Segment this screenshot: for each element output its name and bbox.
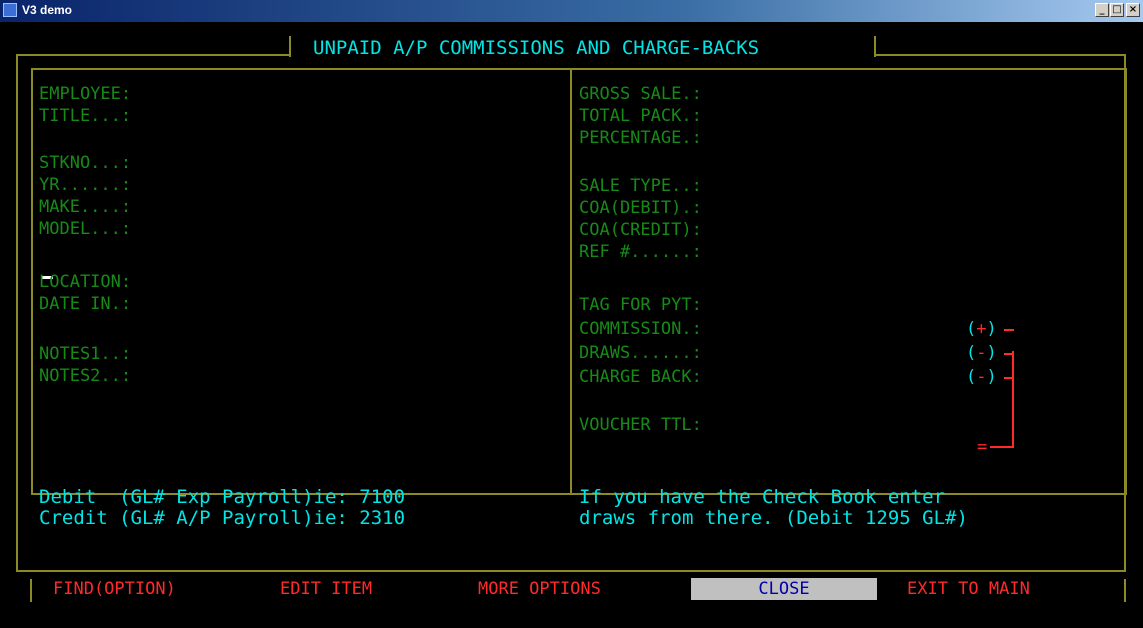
ref-number-label[interactable]: REF #......: xyxy=(579,241,702,263)
commission-sign: (+) xyxy=(966,319,997,339)
sale-type-label[interactable]: SALE TYPE..: xyxy=(579,175,702,197)
bracket-tab-commission xyxy=(1004,329,1014,331)
location-label[interactable]: LOCATION: xyxy=(39,271,131,293)
commission-label[interactable]: COMMISSION.: xyxy=(579,318,702,340)
date-in-label[interactable]: DATE IN.: xyxy=(39,293,131,315)
draws-label[interactable]: DRAWS......: xyxy=(579,342,702,364)
window-title: V3 demo xyxy=(22,3,73,17)
stkno-label[interactable]: STKNO...: xyxy=(39,152,131,174)
menu-divider-left xyxy=(30,579,32,602)
terminal-console[interactable]: UNPAID A/P COMMISSIONS AND CHARGE-BACKS … xyxy=(0,22,1143,628)
tag-for-pyt-label[interactable]: TAG FOR PYT: xyxy=(579,294,702,316)
yr-label[interactable]: YR......: xyxy=(39,174,131,196)
charge-back-sign: (-) xyxy=(966,367,997,387)
app-icon xyxy=(3,3,17,17)
sum-bracket xyxy=(1012,351,1014,447)
screen-title-box: UNPAID A/P COMMISSIONS AND CHARGE-BACKS xyxy=(289,33,876,63)
minimize-button[interactable]: _ xyxy=(1095,3,1109,17)
window-titlebar[interactable]: V3 demo _ □ × xyxy=(0,0,1143,22)
credit-gl-info: Credit (GL# A/P Payroll)ie: 2310 xyxy=(39,507,406,529)
more-options-menu-item[interactable]: MORE OPTIONS xyxy=(478,578,601,600)
draws-sign: (-) xyxy=(966,343,997,363)
percentage-label[interactable]: PERCENTAGE.: xyxy=(579,127,702,149)
coa-debit-label[interactable]: COA(DEBIT).: xyxy=(579,197,702,219)
voucher-total-sign: = xyxy=(977,437,988,457)
notes1-label[interactable]: NOTES1..: xyxy=(39,343,131,365)
title-label[interactable]: TITLE...: xyxy=(39,105,131,127)
total-pack-label[interactable]: TOTAL PACK.: xyxy=(579,105,702,127)
maximize-button[interactable]: □ xyxy=(1110,3,1124,17)
title-divider-right xyxy=(874,36,876,57)
notes2-label[interactable]: NOTES2..: xyxy=(39,365,131,387)
find-option-menu-item[interactable]: FIND(OPTION) xyxy=(53,578,176,600)
menu-divider-right xyxy=(1124,579,1126,602)
voucher-total-label[interactable]: VOUCHER TTL: xyxy=(579,414,702,436)
check-book-note-line2: draws from there. (Debit 1295 GL#) xyxy=(579,507,968,529)
debit-gl-info: Debit (GL# Exp Payroll)ie: 7100 xyxy=(39,486,406,508)
check-book-note-line1: If you have the Check Book enter xyxy=(579,486,946,508)
model-label[interactable]: MODEL...: xyxy=(39,218,131,240)
make-label[interactable]: MAKE....: xyxy=(39,196,131,218)
edit-item-menu-item[interactable]: EDIT ITEM xyxy=(280,578,372,600)
close-window-button[interactable]: × xyxy=(1126,3,1140,17)
exit-to-main-menu-item[interactable]: EXIT TO MAIN xyxy=(907,578,1030,600)
bracket-tab-draws xyxy=(1004,353,1014,355)
charge-back-label[interactable]: CHARGE BACK: xyxy=(579,366,702,388)
panel-divider xyxy=(570,69,572,495)
coa-credit-label[interactable]: COA(CREDIT): xyxy=(579,219,702,241)
bracket-tab-charge-back xyxy=(1004,377,1014,379)
close-menu-item[interactable]: CLOSE xyxy=(691,578,877,600)
title-divider-left xyxy=(289,36,291,57)
screen-title: UNPAID A/P COMMISSIONS AND CHARGE-BACKS xyxy=(313,37,760,59)
gross-sale-label[interactable]: GROSS SALE.: xyxy=(579,83,702,105)
employee-label[interactable]: EMPLOYEE: xyxy=(39,83,131,105)
bracket-tab-total xyxy=(990,446,1014,448)
